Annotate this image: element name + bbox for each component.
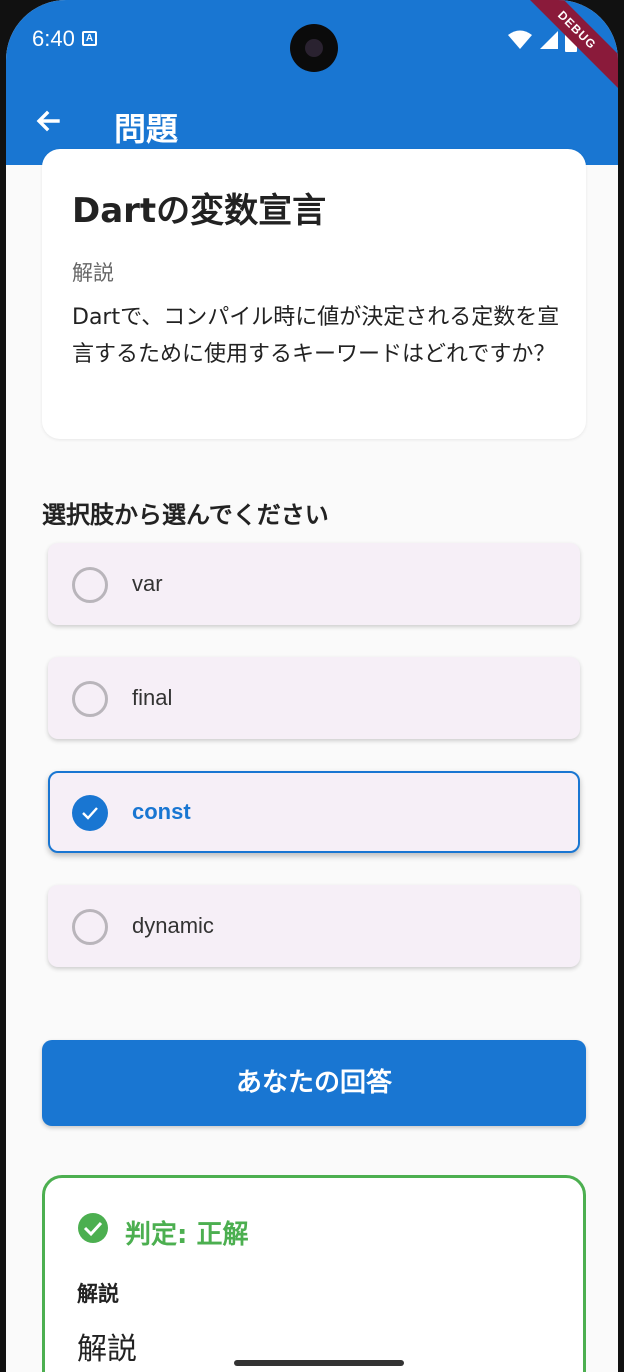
option-const[interactable]: const (48, 771, 580, 853)
option-label: final (132, 685, 173, 710)
device-frame: 6:40 A DEBUG 問題 Dartの変数宣言 解説 Dartで、コンパイル… (0, 0, 624, 1372)
choices-heading: 選択肢から選んでください (42, 501, 329, 529)
question-card: Dartの変数宣言 解説 Dartで、コンパイル時に値が決定される定数を宣言する… (42, 149, 586, 439)
submit-answer-button[interactable]: あなたの回答 (42, 1040, 586, 1126)
result-subtitle: 解説 (77, 1282, 119, 1306)
page-title: 問題 (114, 110, 179, 148)
radio-unchecked-icon[interactable] (72, 909, 108, 945)
arrow-back-icon (36, 110, 60, 132)
checkmark-icon (82, 807, 98, 820)
question-subtitle: 解説 (72, 261, 114, 285)
radio-checked-icon[interactable] (72, 795, 108, 831)
back-button[interactable] (30, 104, 66, 140)
result-text: 解説 (77, 1332, 137, 1367)
radio-unchecked-icon[interactable] (72, 681, 108, 717)
app-screen: 6:40 A DEBUG 問題 Dartの変数宣言 解説 Dartで、コンパイル… (6, 0, 618, 1372)
camera-cutout (290, 24, 338, 72)
question-title: Dartの変数宣言 (72, 191, 327, 231)
option-dynamic[interactable]: dynamic (48, 885, 580, 967)
question-text: Dartで、コンパイル時に値が決定される定数を宣言するために使用するキーワードは… (72, 305, 560, 367)
scroll-content[interactable]: Dartの変数宣言 解説 Dartで、コンパイル時に値が決定される定数を宣言する… (6, 149, 618, 1372)
option-label: dynamic (132, 913, 214, 938)
result-card: 判定: 正解 解説 解説 (42, 1175, 586, 1372)
notification-icon: A (82, 31, 97, 46)
app-bar: 6:40 A DEBUG 問題 (6, 0, 618, 165)
check-circle-icon (78, 1213, 108, 1243)
wifi-icon (507, 30, 532, 49)
result-title: 判定: 正解 (125, 1220, 249, 1250)
option-var[interactable]: var (48, 543, 580, 625)
cell-signal-icon (539, 31, 558, 49)
radio-unchecked-icon[interactable] (72, 567, 108, 603)
option-label: const (132, 799, 191, 824)
option-final[interactable]: final (48, 657, 580, 739)
home-indicator[interactable] (234, 1360, 404, 1366)
status-time: 6:40 (32, 26, 75, 51)
option-label: var (132, 571, 163, 596)
